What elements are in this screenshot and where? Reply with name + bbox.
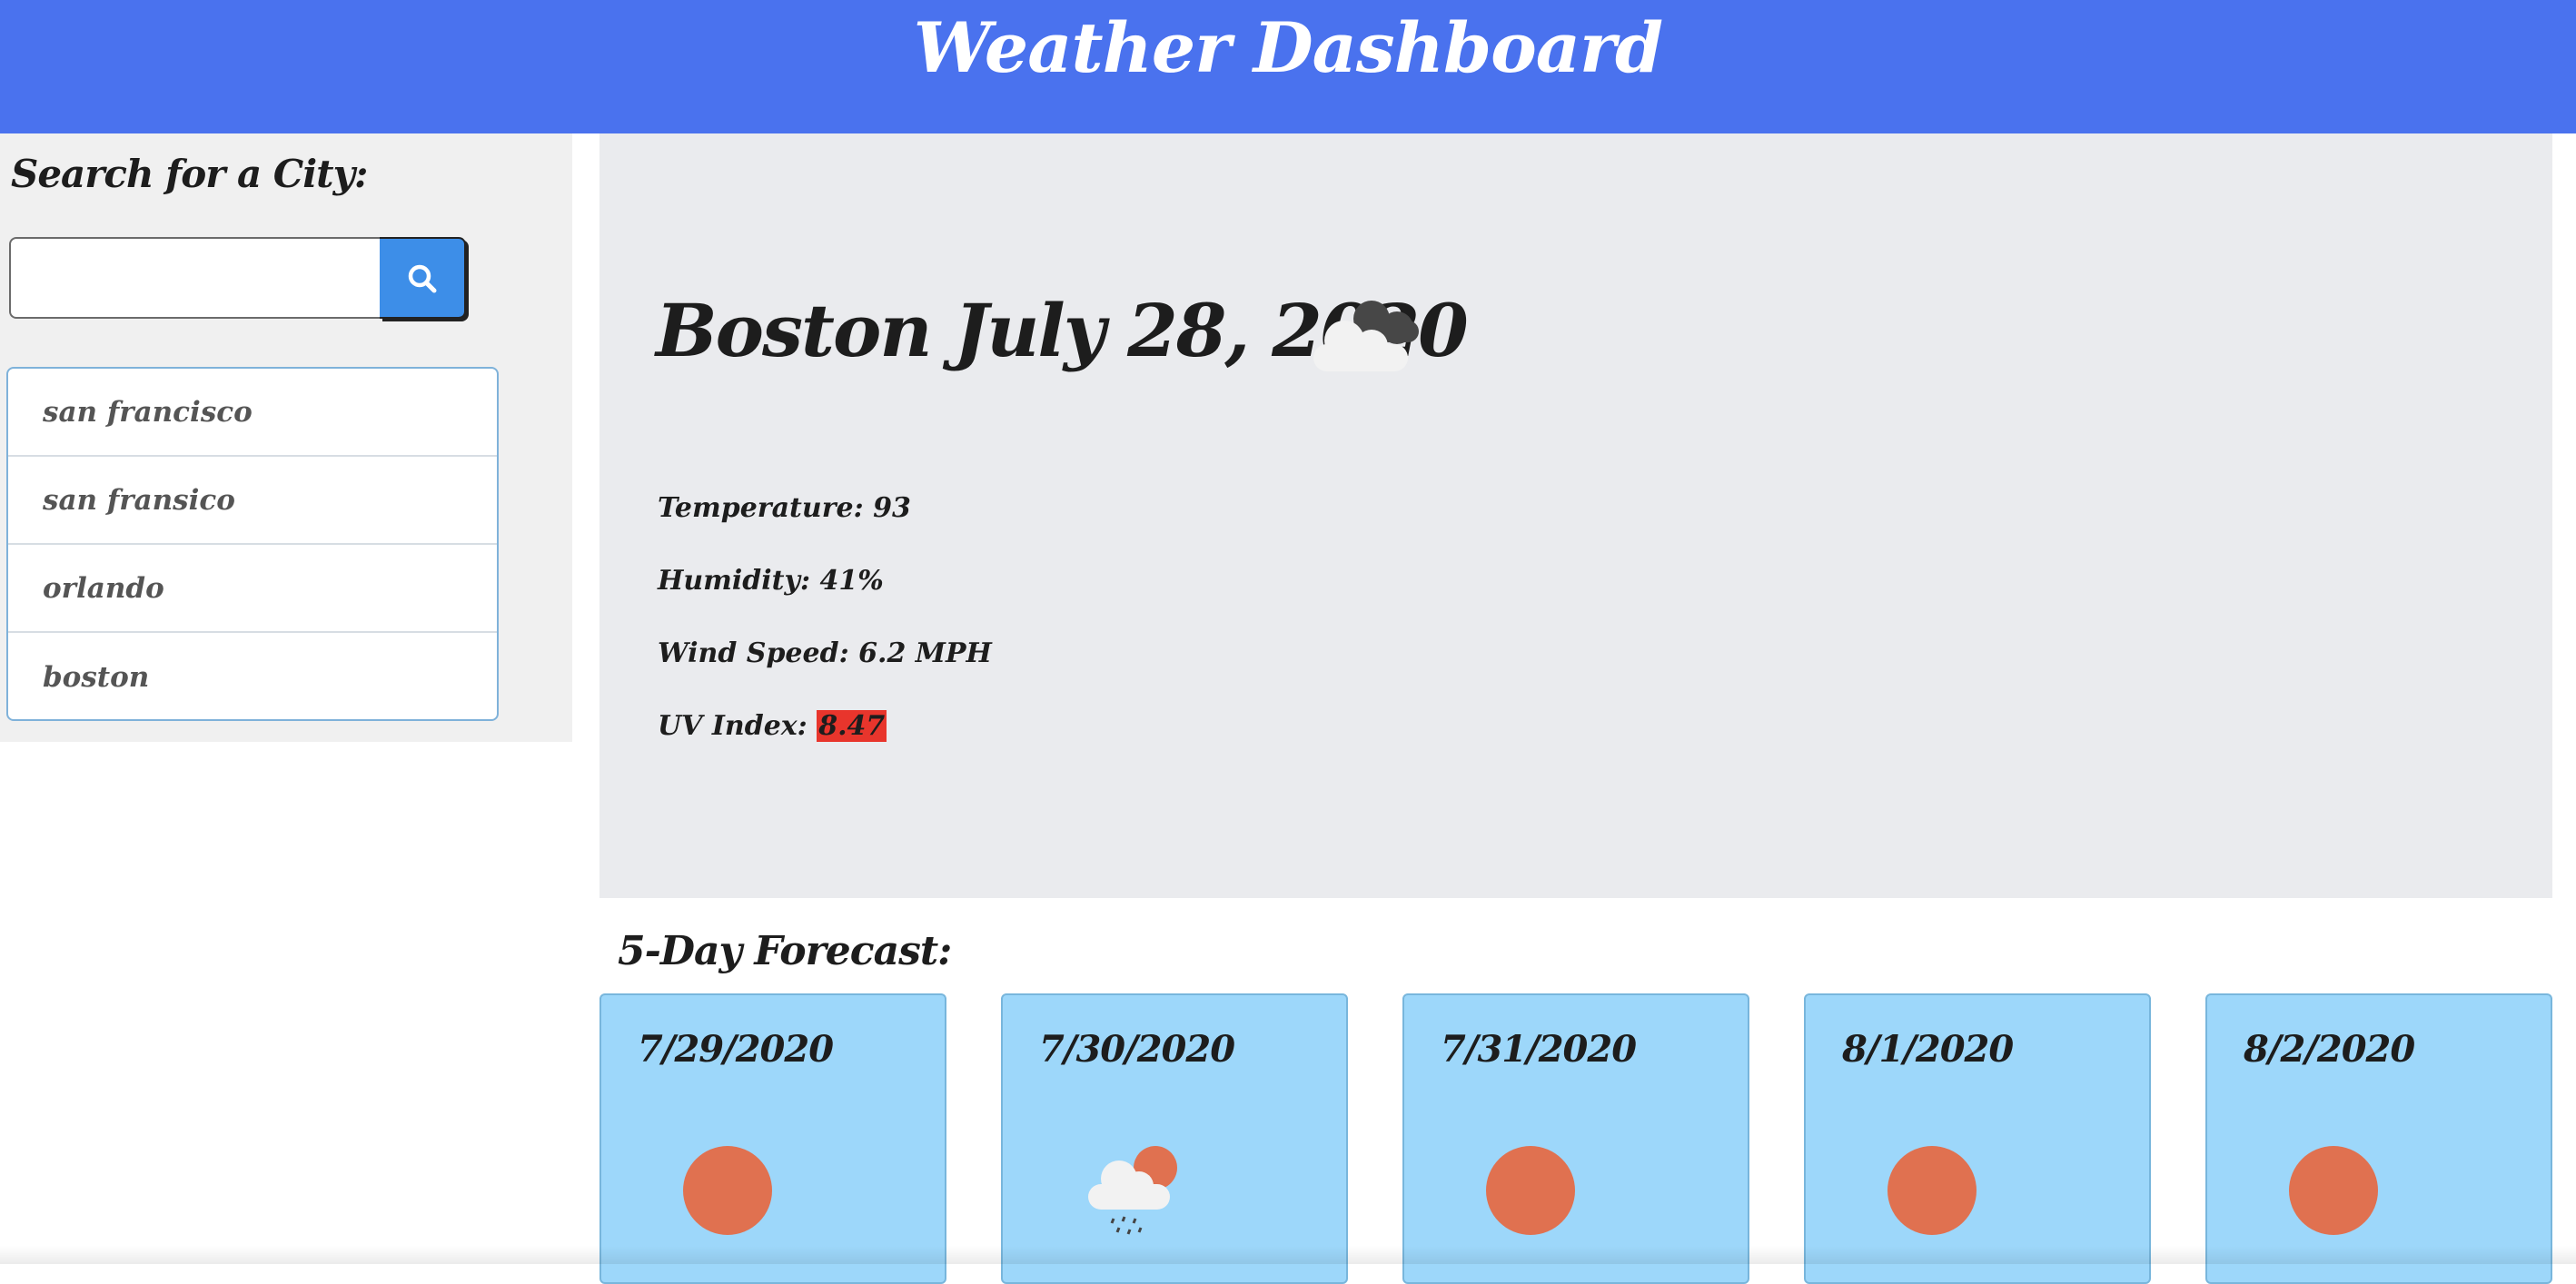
forecast-card: 7/29/2020 [599,993,946,1284]
current-weather-panel: Boston July 28, 2020 Temperature: 93 Hum… [599,133,2552,898]
wind-value: 6.2 MPH [858,637,992,669]
forecast-card: 7/30/2020 [1001,993,1348,1284]
forecast-date: 7/30/2020 [1039,1028,1235,1071]
search-button[interactable] [380,237,466,319]
wind-stat: Wind Speed: 6.2 MPH [658,637,992,669]
temperature-label: Temperature: [658,492,864,524]
broken-clouds-icon [1313,301,1419,371]
forecast-date: 7/31/2020 [1441,1028,1637,1071]
search-icon [408,264,437,293]
history-item-boston[interactable]: boston [8,633,497,719]
rain-sun-cloud-icon [1088,1146,1177,1235]
humidity-stat: Humidity: 41% [658,565,884,597]
forecast-card: 8/2/2020 [2205,993,2552,1284]
temperature-stat: Temperature: 93 [658,492,911,524]
uv-label: UV Index: [658,710,807,742]
sun-icon [1887,1146,1977,1235]
temperature-value: 93 [873,492,911,524]
forecast-date: 8/1/2020 [1842,1028,2014,1071]
history-item-orlando[interactable]: orlando [8,545,497,633]
wind-label: Wind Speed: [658,637,849,669]
app-header: Weather Dashboard [0,0,2576,133]
search-sidebar: Search for a City: san francisco san fra… [0,133,572,742]
search-heading: Search for a City: [11,152,368,196]
page-title: Weather Dashboard [913,7,1663,88]
uv-stat: UV Index: 8.47 [658,710,887,742]
forecast-card: 7/31/2020 [1402,993,1749,1284]
sun-icon [683,1146,772,1235]
history-item-san-fransico[interactable]: san fransico [8,457,497,545]
history-item-san-francisco[interactable]: san francisco [8,369,497,457]
search-history-list: san francisco san fransico orlando bosto… [6,367,499,721]
sun-icon [2289,1146,2378,1235]
sun-icon [1486,1146,1575,1235]
forecast-card: 8/1/2020 [1804,993,2151,1284]
forecast-date: 7/29/2020 [638,1028,834,1071]
uv-index-badge: 8.47 [817,710,887,742]
forecast-date: 8/2/2020 [2244,1028,2415,1071]
humidity-label: Humidity: [658,565,811,597]
humidity-value: 41% [819,565,884,597]
forecast-heading: 5-Day Forecast: [618,928,952,974]
city-search-input[interactable] [9,237,380,319]
